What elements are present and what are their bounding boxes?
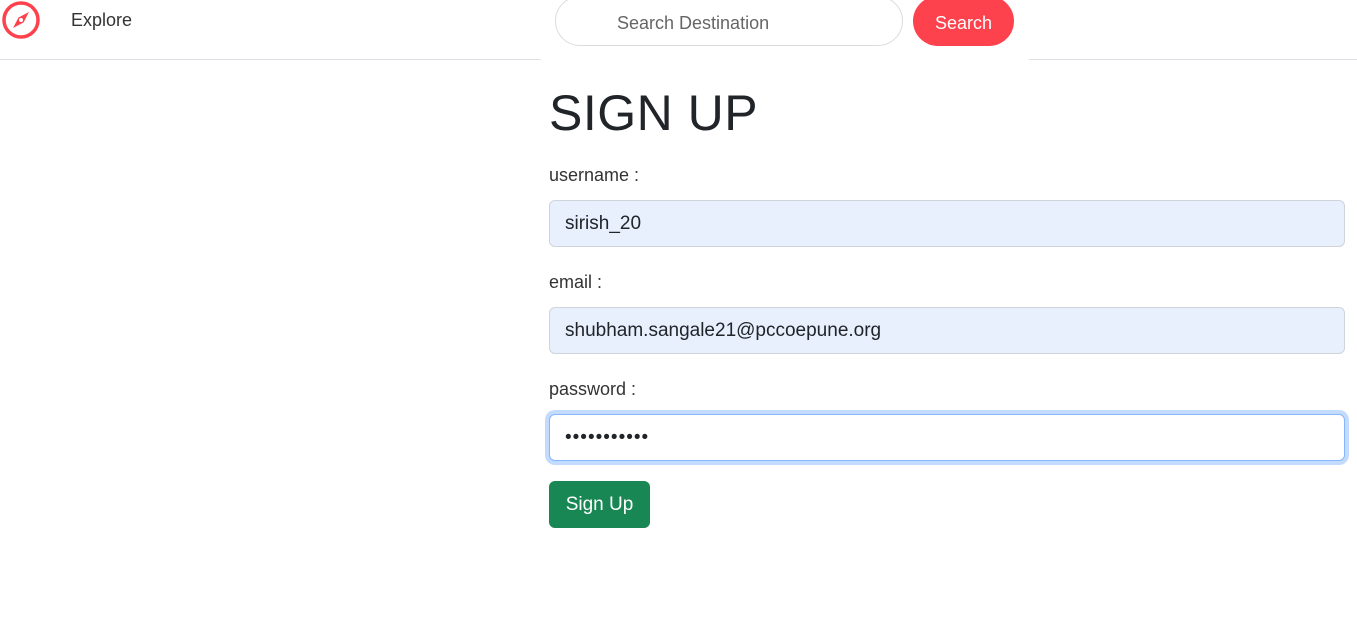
signup-form: SIGN UP username : email : password : Si… — [549, 80, 1345, 528]
navbar: Explore Search — [0, 0, 1357, 62]
search-button[interactable]: Search — [913, 0, 1014, 46]
password-label: password : — [549, 379, 637, 399]
sign-up-button[interactable]: Sign Up — [549, 481, 650, 528]
username-field[interactable] — [549, 200, 1345, 247]
compass-icon[interactable] — [0, 0, 42, 40]
search-input[interactable] — [555, 0, 903, 46]
username-label: username : — [549, 165, 640, 185]
email-field[interactable] — [549, 307, 1345, 354]
nav-link-explore[interactable]: Explore — [71, 10, 132, 31]
password-field[interactable] — [549, 414, 1345, 461]
email-label: email : — [549, 272, 603, 292]
page-title: SIGN UP — [549, 85, 759, 141]
